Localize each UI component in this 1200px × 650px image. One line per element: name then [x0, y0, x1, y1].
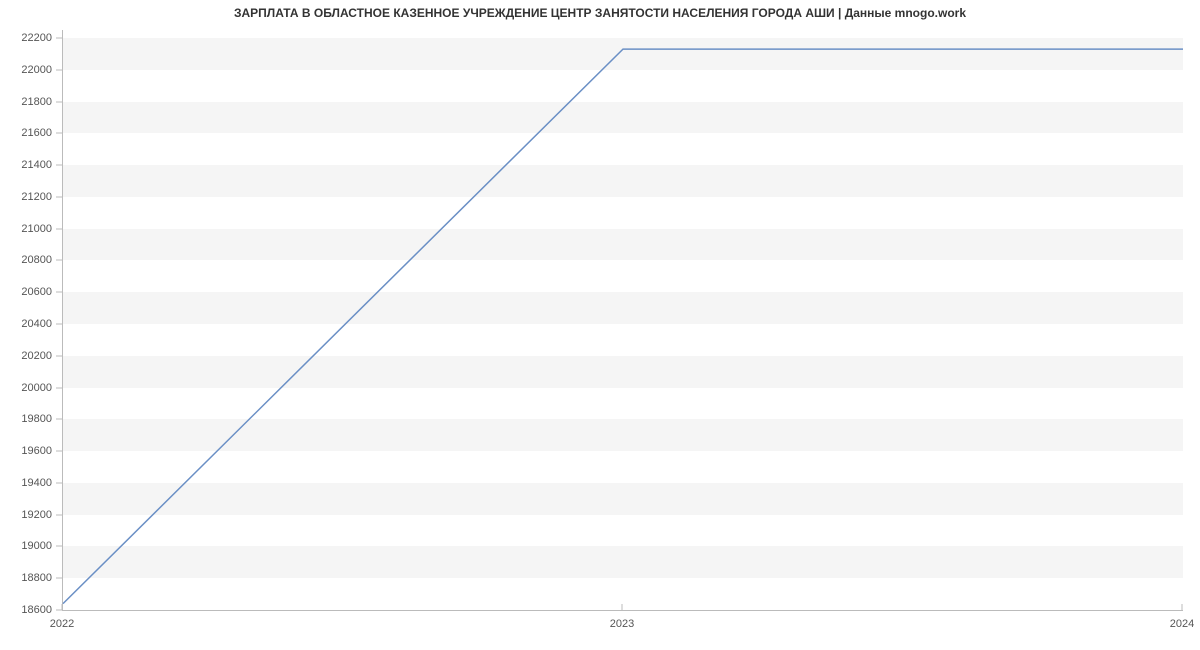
chart-container: ЗАРПЛАТА В ОБЛАСТНОЕ КАЗЕННОЕ УЧРЕЖДЕНИЕ… — [0, 0, 1200, 650]
y-tick-mark — [56, 419, 62, 420]
y-tick-mark — [56, 514, 62, 515]
x-tick-mark — [622, 604, 623, 610]
y-tick-label: 18600 — [21, 604, 52, 616]
y-tick-label: 22000 — [21, 64, 52, 76]
y-tick-label: 20600 — [21, 286, 52, 298]
x-tick-label: 2024 — [1170, 618, 1194, 630]
y-tick-label: 20200 — [21, 350, 52, 362]
y-tick-mark — [56, 451, 62, 452]
y-tick-mark — [56, 165, 62, 166]
y-tick-mark — [56, 292, 62, 293]
y-tick-label: 21400 — [21, 159, 52, 171]
x-axis-ticks: 202220232024 — [62, 610, 1182, 640]
y-tick-label: 22200 — [21, 32, 52, 44]
y-tick-mark — [56, 37, 62, 38]
y-tick-label: 20000 — [21, 382, 52, 394]
y-tick-mark — [56, 578, 62, 579]
y-axis-ticks: 1860018800190001920019400196001980020000… — [0, 30, 56, 610]
y-tick-label: 19000 — [21, 540, 52, 552]
x-tick-mark — [1182, 604, 1183, 610]
y-tick-mark — [56, 101, 62, 102]
y-tick-mark — [56, 482, 62, 483]
plot-area — [62, 30, 1183, 611]
y-tick-mark — [56, 323, 62, 324]
y-tick-label: 20400 — [21, 318, 52, 330]
data-line — [63, 49, 1183, 604]
y-tick-label: 21600 — [21, 127, 52, 139]
chart-title: ЗАРПЛАТА В ОБЛАСТНОЕ КАЗЕННОЕ УЧРЕЖДЕНИЕ… — [0, 6, 1200, 20]
y-tick-label: 21800 — [21, 96, 52, 108]
y-tick-label: 19600 — [21, 445, 52, 457]
y-tick-mark — [56, 546, 62, 547]
y-tick-label: 21000 — [21, 223, 52, 235]
y-tick-mark — [56, 355, 62, 356]
x-tick-label: 2023 — [610, 618, 634, 630]
y-tick-label: 18800 — [21, 572, 52, 584]
y-tick-mark — [56, 387, 62, 388]
y-tick-label: 19800 — [21, 413, 52, 425]
y-tick-label: 19200 — [21, 509, 52, 521]
x-tick-mark — [62, 604, 63, 610]
y-tick-mark — [56, 69, 62, 70]
y-tick-label: 20800 — [21, 254, 52, 266]
y-tick-mark — [56, 260, 62, 261]
y-tick-mark — [56, 196, 62, 197]
line-series — [63, 30, 1183, 610]
y-tick-mark — [56, 228, 62, 229]
y-tick-label: 21200 — [21, 191, 52, 203]
y-tick-label: 19400 — [21, 477, 52, 489]
x-tick-label: 2022 — [50, 618, 74, 630]
y-tick-mark — [56, 133, 62, 134]
